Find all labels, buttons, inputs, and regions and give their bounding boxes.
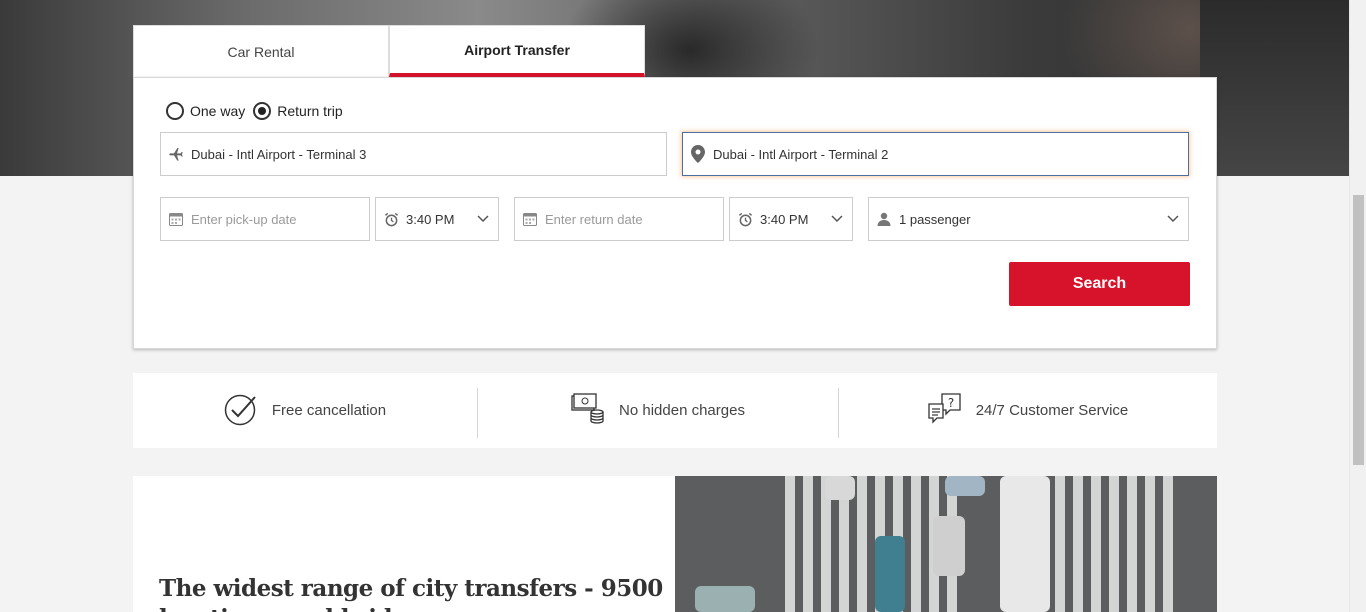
feature-label: 24/7 Customer Service bbox=[975, 402, 1129, 419]
pickup-time-value: 3:40 PM bbox=[406, 211, 455, 227]
radio-return-trip-label: Return trip bbox=[277, 103, 343, 119]
promo-headline: The widest range of city transfers - 950… bbox=[159, 575, 663, 612]
radio-circle-icon bbox=[166, 102, 184, 120]
passengers-select[interactable]: 1 passenger bbox=[868, 197, 1189, 241]
feature-customer-service: ? 24/7 Customer Service bbox=[839, 373, 1217, 448]
feature-label: Free cancellation bbox=[271, 402, 387, 419]
calendar-icon bbox=[161, 212, 191, 226]
return-date-input[interactable]: Enter return date bbox=[514, 197, 724, 241]
pickup-time-select[interactable]: 3:40 PM bbox=[375, 197, 499, 241]
chevron-down-icon bbox=[1158, 215, 1188, 223]
page-scrollbar[interactable] bbox=[1349, 0, 1366, 612]
search-button[interactable]: Search bbox=[1009, 262, 1190, 306]
search-form: One way Return trip Dubai - Intl Airport… bbox=[133, 77, 1217, 349]
dropoff-location-input[interactable]: Dubai - Intl Airport - Terminal 2 bbox=[682, 132, 1189, 176]
pickup-location-value: Dubai - Intl Airport - Terminal 3 bbox=[191, 146, 367, 162]
trip-type-group: One way Return trip bbox=[166, 102, 351, 120]
plane-icon bbox=[161, 146, 191, 162]
return-time-select[interactable]: 3:40 PM bbox=[729, 197, 853, 241]
alarm-clock-icon bbox=[376, 212, 406, 227]
return-date-placeholder: Enter return date bbox=[545, 211, 643, 227]
features-bar: Free cancellation No hidden charges ? 24… bbox=[133, 373, 1217, 448]
feature-free-cancellation: Free cancellation bbox=[133, 373, 477, 448]
calendar-icon bbox=[515, 212, 545, 226]
radio-one-way[interactable]: One way bbox=[166, 102, 245, 120]
tab-car-rental[interactable]: Car Rental bbox=[133, 25, 389, 77]
return-time-value: 3:40 PM bbox=[760, 211, 809, 227]
chevron-down-icon bbox=[468, 215, 498, 223]
svg-text:?: ? bbox=[948, 396, 954, 410]
alarm-clock-icon bbox=[730, 212, 760, 227]
tab-airport-transfer[interactable]: Airport Transfer bbox=[389, 25, 645, 77]
promo-section: The widest range of city transfers - 950… bbox=[133, 476, 675, 612]
booking-tabs: Car Rental Airport Transfer bbox=[133, 25, 645, 77]
pickup-date-placeholder: Enter pick-up date bbox=[191, 211, 297, 227]
passengers-value: 1 passenger bbox=[899, 211, 971, 227]
pickup-date-input[interactable]: Enter pick-up date bbox=[160, 197, 370, 241]
radio-one-way-label: One way bbox=[190, 103, 246, 119]
chevron-down-icon bbox=[822, 215, 852, 223]
person-icon bbox=[869, 212, 899, 226]
city-traffic-image bbox=[675, 476, 1217, 612]
feature-label: No hidden charges bbox=[619, 402, 745, 419]
radio-checked-icon bbox=[253, 102, 272, 120]
dropoff-location-value: Dubai - Intl Airport - Terminal 2 bbox=[713, 146, 889, 162]
money-stack-icon bbox=[571, 392, 619, 429]
scrollbar-thumb[interactable] bbox=[1353, 195, 1364, 465]
radio-return-trip[interactable]: Return trip bbox=[253, 102, 343, 120]
map-pin-icon bbox=[683, 145, 713, 163]
pickup-location-input[interactable]: Dubai - Intl Airport - Terminal 3 bbox=[160, 132, 667, 176]
feature-no-hidden-charges: No hidden charges bbox=[478, 373, 838, 448]
chat-help-icon: ? bbox=[928, 392, 976, 430]
check-circle-icon bbox=[224, 392, 272, 430]
